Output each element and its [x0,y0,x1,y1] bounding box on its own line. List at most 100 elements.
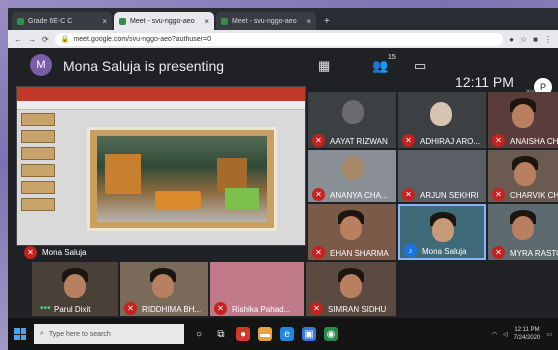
taskbar-search[interactable]: ⌕ Type here to search [34,324,184,344]
url-text: meet.google.com/svu-nggo-aeo?authuser=0 [73,35,211,43]
tray-clock[interactable]: 12:11 PM 7/24/2020 [514,326,541,342]
meeting-time: 12:11 PM [455,74,514,90]
task-view-icon[interactable]: ⧉ [214,327,228,341]
mic-off-icon: ✕ [310,302,323,315]
tab-label: Grade 6E-C C [28,17,73,25]
search-placeholder: Type here to search [48,330,111,338]
classroom-favicon-icon [17,17,24,25]
extension-icon[interactable]: ■ [533,35,538,44]
forward-arrow-icon[interactable]: → [28,35,36,44]
video-feed [432,218,454,242]
mic-off-icon: ✕ [492,134,505,147]
video-feed [512,216,534,240]
people-icon[interactable]: 👥 [372,58,388,74]
edge-icon[interactable]: e [280,327,294,341]
video-feed [342,100,364,124]
camera-icon[interactable]: ● [509,35,514,44]
video-feed [430,102,452,126]
shelf [105,154,141,194]
store-icon[interactable]: ▣ [302,327,316,341]
participant-tile[interactable]: ✕ Rishika Pahad... [210,262,304,316]
video-feed [340,274,362,298]
slide-thumbnail [21,130,55,143]
participant-name: EHAN SHARMA [330,249,389,258]
browser-tab-active[interactable]: Meet - svu-nggo-aeo × [114,12,214,30]
presentation-label: ✕ Mona Saluja [16,246,306,259]
powerpoint-ribbon [17,87,305,101]
slide-thumbnail-pane [21,113,55,229]
slide-thumbnail [21,113,55,126]
chrome-icon[interactable]: ◉ [324,327,338,341]
presenter-avatar: M [30,54,52,76]
mic-off-icon: ✕ [492,246,505,259]
url-field[interactable]: 🔒 meet.google.com/svu-nggo-aeo?authuser=… [54,32,504,46]
participant-tile[interactable]: ✕ ADHIRAJ ARO... [398,92,486,148]
meet-window: M Mona Saluja is presenting ▦ 👥 15 ▭ 12:… [8,48,558,318]
video-feed [340,216,362,240]
wifi-icon[interactable]: ◠ [492,331,497,338]
lock-icon: 🔒 [60,36,70,43]
chat-icon[interactable]: ▭ [414,58,426,74]
participant-tile[interactable]: ✕ SIMRAN SIDHU [306,262,396,316]
participant-tile[interactable]: ✕ AAYAT RIZWAN [308,92,396,148]
current-slide [87,127,277,231]
volume-icon[interactable]: ◁ [503,331,508,338]
new-tab-button[interactable]: + [318,16,336,30]
participant-tile[interactable]: ✕ MYRA RASTO... [488,204,558,260]
mic-off-icon: ✕ [492,188,505,201]
windows-start-icon[interactable] [14,328,26,340]
video-feed [152,274,174,298]
close-tab-icon[interactable]: × [204,17,209,26]
mic-off-icon: ✕ [312,246,325,259]
file-explorer-icon[interactable]: ▬ [258,327,272,341]
browser-tab-strip: Grade 6E-C C × Meet - svu-nggo-aeo × Mee… [8,8,558,30]
tray-time: 12:11 PM [514,327,540,333]
counter [225,188,259,210]
meet-favicon-icon [221,17,228,25]
participant-tile[interactable]: ✕ CHARVIK CH... [488,150,558,202]
browser-tab[interactable]: Grade 6E-C C × [12,12,112,30]
close-tab-icon[interactable]: × [102,17,107,26]
mic-off-icon: ✕ [402,134,415,147]
browser-tab[interactable]: Meet - svu-nggo-aeo × [216,12,316,30]
slide-thumbnail [21,198,55,211]
grid-layout-icon[interactable]: ▦ [318,58,330,74]
slide-thumbnail [21,181,55,194]
participant-name: SIMRAN SIDHU [328,305,387,314]
star-icon[interactable]: ☆ [520,35,527,44]
participant-tile[interactable]: ✕ RIDDHIMA BH... [120,262,208,316]
slide-thumbnail [21,147,55,160]
participant-name: Mona Saluja [422,247,467,256]
firefox-icon[interactable]: ● [236,327,250,341]
participant-tile[interactable]: ✕ ANANYA CHA... [308,150,396,202]
participant-tile[interactable]: ✕ EHAN SHARMA [308,204,396,260]
participant-tile[interactable]: ✕ ANAISHA CH... [488,92,558,148]
tab-label: Meet - svu-nggo-aeo [232,17,297,25]
display-table [155,191,201,209]
mic-off-icon: ✕ [24,246,37,259]
participant-name: ANANYA CHA... [330,191,388,200]
mic-off-icon: ✕ [124,302,137,315]
slide-thumbnail [21,164,55,177]
cortana-icon[interactable]: ○ [192,327,206,341]
search-icon: ⌕ [40,330,44,337]
presentation-screen[interactable] [16,86,306,246]
reload-icon[interactable]: ⟳ [42,35,49,44]
mic-off-icon: ✕ [214,302,227,315]
video-feed [512,104,534,128]
participant-name: AAYAT RIZWAN [330,137,388,146]
participant-name: Rishika Pahad... [232,305,291,314]
back-arrow-icon[interactable]: ← [14,35,22,44]
close-tab-icon[interactable]: × [306,17,311,26]
participant-name: RIDDHIMA BH... [142,305,202,314]
participant-tile[interactable]: ••• Parul Dixit [32,262,118,316]
system-tray: ◠ ◁ 12:11 PM 7/24/2020 ▭ [492,326,552,342]
participant-name: MYRA RASTO... [510,249,558,258]
tab-label: Meet - svu-nggo-aeo [130,17,195,25]
participant-tile-speaking[interactable]: ♪ Mona Saluja [398,204,486,260]
notification-icon[interactable]: ▭ [546,331,552,338]
menu-icon[interactable]: ⋮ [544,35,552,44]
participant-tile[interactable]: ✕ ARJUN SEKHRI [398,150,486,202]
address-bar: ← → ⟳ 🔒 meet.google.com/svu-nggo-aeo?aut… [8,30,558,48]
participant-count: 15 [388,54,396,61]
